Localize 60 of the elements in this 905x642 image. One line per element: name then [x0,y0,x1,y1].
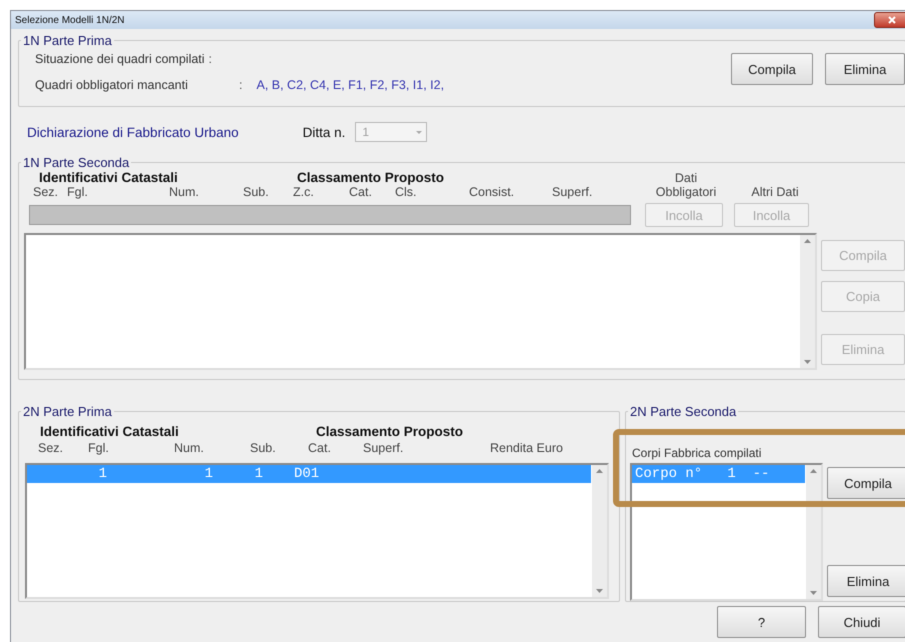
column-header: Num. [174,441,205,455]
button[interactable]: Elimina [825,53,905,85]
section-title: 1N Parte Prima [22,33,113,48]
column-header: Sez. [33,185,60,199]
list-item[interactable]: Corpo n° 1 -- [632,465,805,483]
column-group-header: Classamento Proposto [297,170,444,185]
button[interactable]: Compila [827,467,905,499]
column-header: Rendita Euro [490,441,564,455]
info-label: Quadri obbligatori mancanti [35,78,189,92]
column-header: Sez. [38,441,64,455]
scrollbar[interactable] [806,465,821,599]
table-cell-text: 1 [98,466,107,482]
table-cell-text: 1 [254,466,263,482]
button[interactable]: Chiudi [818,606,905,638]
column-header: Fgl. [88,441,110,455]
column-header: Cat. [308,441,332,455]
column-header: Cat. [349,185,373,199]
scroll-up-icon[interactable] [596,469,603,473]
info-label: Situazione dei quadri compilati [35,52,205,66]
scroll-up-icon[interactable] [810,469,817,473]
column-header: Z.c. [293,185,315,199]
separator-text: : [208,52,212,66]
button[interactable]: Elimina [827,565,905,597]
column-header: Dati Obbligatori [654,171,718,199]
list-label: Corpi Fabbrica compilati [632,446,762,460]
separator-text: : [239,78,242,92]
scroll-up-icon[interactable] [804,239,811,243]
section-title: 2N Parte Seconda [629,404,738,419]
column-header: Fgl. [67,185,89,199]
input-row[interactable] [29,205,631,225]
column-group-header: Identificativi Catastali [40,424,180,439]
list-box[interactable]: Corpo n° 1 -- [630,463,823,601]
column-header: Superf. [552,185,594,199]
column-header: Cls. [395,185,418,199]
column-group-header: Classamento Proposto [316,424,464,439]
section-title: 2N Parte Prima [22,404,113,419]
close-icon[interactable] [888,16,896,24]
button[interactable]: ? [717,606,806,638]
scroll-down-icon[interactable] [804,360,811,364]
column-header: Num. [169,185,200,199]
close-button[interactable] [874,12,905,28]
table-row[interactable]: 1 1 1 D01 [27,465,591,483]
missing-sections-text: A, B, C2, C4, E, F1, F2, F3, I1, I2, [256,78,444,92]
table-cell-text: D01 [293,466,320,482]
declaration-title: Dichiarazione di Fabbricato Urbano [27,124,239,140]
ditta-label: Ditta n. [302,124,346,140]
scrollbar[interactable] [800,235,815,368]
scrollbar[interactable] [592,465,607,597]
scroll-down-icon[interactable] [810,591,817,595]
button[interactable]: Compila [731,53,813,85]
table-cell-text: 1 [204,466,213,482]
column-group-header: Identificativi Catastali [39,170,179,185]
window-title: Selezione Modelli 1N/2N [15,14,125,26]
column-header: Sub. [250,441,277,455]
column-header: Altri Dati [750,185,800,199]
scroll-down-icon[interactable] [596,589,603,593]
column-header: Consist. [469,185,516,199]
section-title: 1N Parte Seconda [22,155,130,170]
column-header: Superf. [363,441,404,455]
column-header: Sub. [243,185,270,199]
